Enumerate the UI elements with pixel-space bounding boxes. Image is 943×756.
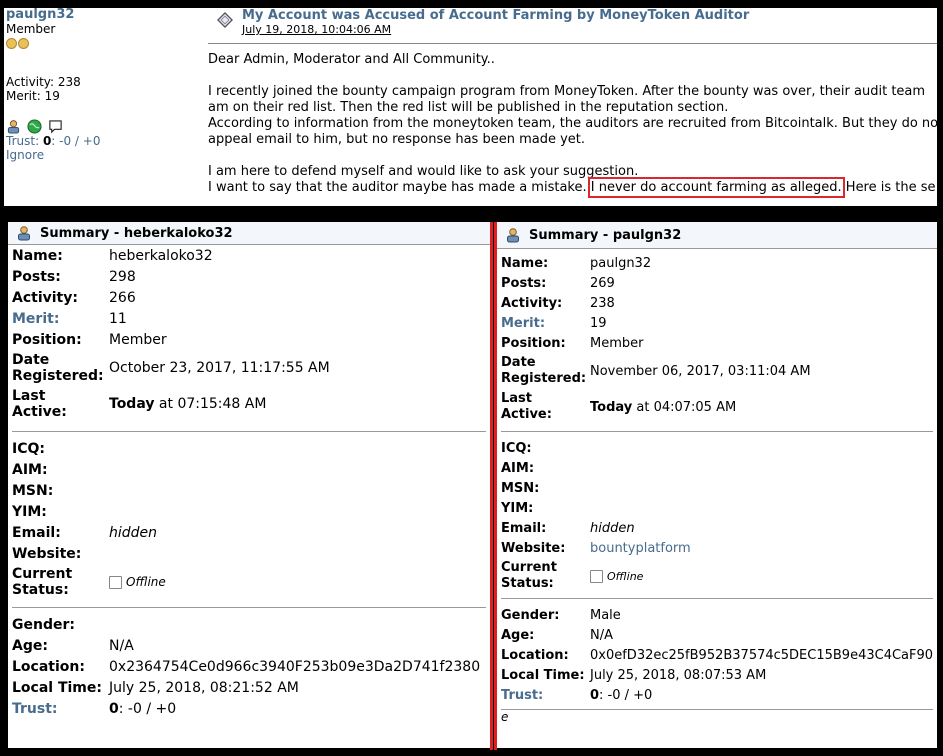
section-divider <box>12 607 486 608</box>
merit-value: 11 <box>109 310 127 327</box>
location-value: 0x2364754Ce0d966c3940F253b09e3Da2D741f23… <box>109 658 481 675</box>
post-topic-icon <box>217 12 233 28</box>
merit-link[interactable]: Merit: <box>501 313 590 333</box>
trust-value: 0: -0 / +0 <box>109 700 177 717</box>
email-value: hidden <box>109 524 158 541</box>
posts-value: 298 <box>109 268 136 285</box>
user-icon <box>507 228 519 243</box>
post-date[interactable]: July 19, 2018, 10:04:06 AM <box>242 23 749 37</box>
profile-table: Name: paulgn32 Posts: 269 Activity: 238 Mer… <box>501 253 811 425</box>
red-divider-line <box>490 222 493 750</box>
registered-value: November 06, 2017, 03:11:04 AM <box>590 363 811 379</box>
status-value: Offline <box>126 575 166 589</box>
trust-link[interactable]: Trust: <box>501 685 590 705</box>
website-globe-icon[interactable] <box>27 119 42 134</box>
merit-link[interactable]: Merit: <box>12 308 109 329</box>
post-divider <box>208 43 937 44</box>
activity-value: 266 <box>109 289 136 306</box>
name-value: heberkaloko32 <box>109 247 213 264</box>
website-link[interactable]: bountyplatform <box>590 538 691 558</box>
local-time-value: July 25, 2018, 08:21:52 AM <box>109 679 299 696</box>
section-divider <box>12 431 486 432</box>
summary-title: Summary - paulgn32 <box>529 227 682 243</box>
location-value: 0x0efD32ec25fB952B37574c5DEC15B9e43C4CaF… <box>590 647 934 663</box>
status-value: Offline <box>607 569 644 583</box>
offline-status-icon <box>109 575 122 589</box>
poster-rank: Member <box>6 22 56 36</box>
user-icon <box>18 226 30 241</box>
trust-value: 0: -0 / +0 <box>590 687 653 703</box>
personal-table: Gender: Age: N/A Location: 0x2364754Ce0d96… <box>12 614 480 719</box>
summary-title: Summary - heberkaloko32 <box>40 225 233 241</box>
section-divider <box>501 598 933 599</box>
forum-post: paulgn32 Member Activity: 238 Merit: 19 … <box>4 8 937 206</box>
post-body: My Account was Accused of Account Farmin… <box>208 8 937 198</box>
post-title-link[interactable]: My Account was Accused of Account Farmin… <box>242 8 749 23</box>
personal-table: Gender: Male Age: N/A Location: 0x0efD32ec2… <box>501 605 933 705</box>
last-active-value: Today at 07:15:48 AM <box>109 396 267 412</box>
position-value: Member <box>590 335 644 351</box>
posts-value: 269 <box>590 275 615 291</box>
poster-trust: Trust: 0: -0 / +0 <box>6 134 101 148</box>
summary-paulgn32: Summary - paulgn32 Name: paulgn32 Posts: 2… <box>497 222 937 748</box>
summary-heberkaloko32: Summary - heberkaloko32 Name: heberkaloko… <box>8 222 490 748</box>
profile-table: Name: heberkaloko32 Posts: 298 Activity: 26… <box>12 245 330 422</box>
activity-value: 238 <box>590 295 615 311</box>
trust-link[interactable]: Trust: <box>12 698 109 719</box>
rank-coins-icon <box>6 38 196 49</box>
offline-status-icon <box>590 569 603 583</box>
ignore-link[interactable]: Ignore <box>6 148 196 162</box>
contact-table: ICQ: AIM: MSN: YIM: Email: hidden Website… <box>12 440 166 599</box>
gender-value: Male <box>590 607 621 623</box>
post-text: Dear Admin, Moderator and All Community.… <box>208 52 937 198</box>
footer-fragment: e <box>501 710 509 724</box>
last-active-value: Today at 04:07:05 AM <box>590 399 737 415</box>
poster-merit: Merit: 19 <box>6 89 60 103</box>
position-value: Member <box>109 331 167 348</box>
email-value: hidden <box>590 520 635 536</box>
poster-info: paulgn32 Member Activity: 238 Merit: 19 … <box>6 8 196 162</box>
registered-value: October 23, 2017, 11:17:55 AM <box>109 360 330 376</box>
contact-table: ICQ: AIM: MSN: YIM: Email: hidden Website… <box>501 440 691 592</box>
highlighted-claim: I never do account farming as alleged. <box>587 177 845 198</box>
age-value: N/A <box>590 627 613 643</box>
poster-activity: Activity: 238 <box>6 75 81 89</box>
age-value: N/A <box>109 637 134 654</box>
local-time-value: July 25, 2018, 08:07:53 AM <box>590 667 767 683</box>
name-value: paulgn32 <box>590 255 652 271</box>
profile-icon[interactable] <box>6 119 21 134</box>
poster-name-link[interactable]: paulgn32 <box>6 8 196 22</box>
merit-value: 19 <box>590 315 607 331</box>
personal-message-icon[interactable] <box>48 119 63 134</box>
section-divider <box>501 431 933 432</box>
